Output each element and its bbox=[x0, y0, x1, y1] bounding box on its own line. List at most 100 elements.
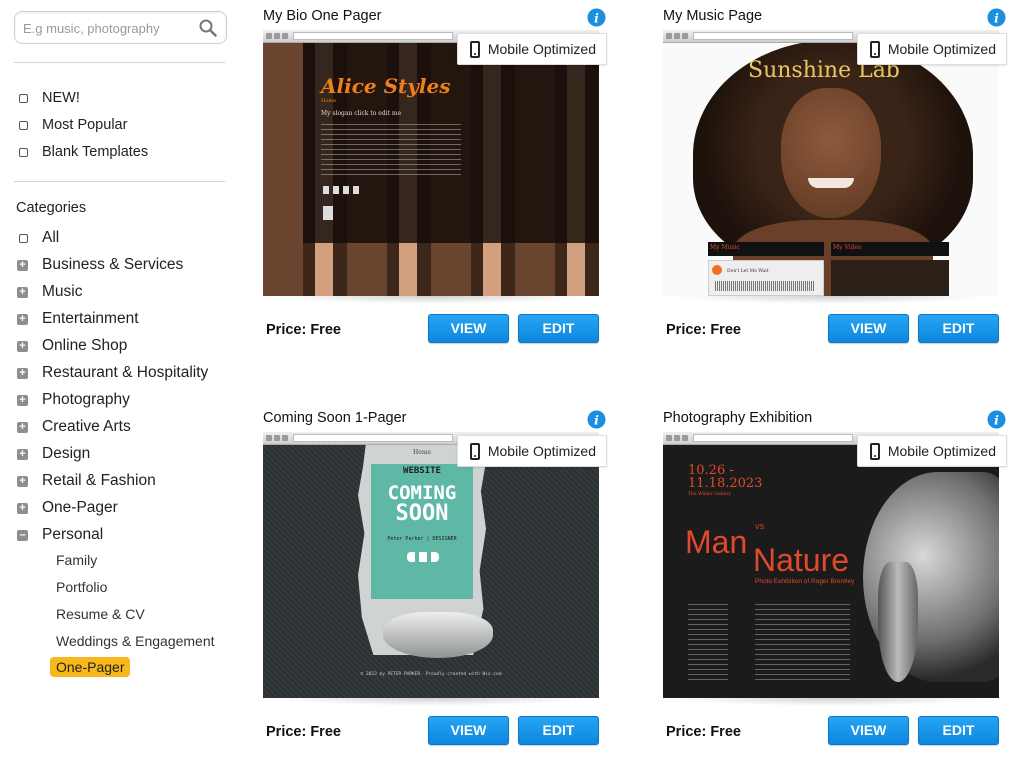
preview-vs: VS bbox=[755, 524, 765, 531]
template-price: Price: Free bbox=[666, 322, 741, 338]
preview-person: Peter Parker | DESIGNER bbox=[387, 536, 457, 542]
subcategory-resume-cv[interactable]: Resume & CV bbox=[56, 606, 145, 622]
category-music[interactable]: + Music bbox=[17, 282, 82, 302]
divider bbox=[14, 62, 225, 63]
collapse-minus-icon[interactable]: – bbox=[17, 529, 28, 541]
categories-heading: Categories bbox=[16, 200, 87, 216]
expand-plus-icon[interactable]: + bbox=[17, 286, 28, 298]
expand-plus-icon[interactable]: + bbox=[17, 259, 28, 271]
preview-info-text bbox=[688, 604, 728, 684]
expand-plus-icon[interactable]: + bbox=[17, 448, 28, 460]
category-label: Design bbox=[42, 445, 91, 462]
expand-plus-icon[interactable]: + bbox=[17, 394, 28, 406]
checkbox[interactable] bbox=[19, 147, 28, 157]
category-photography[interactable]: + Photography bbox=[17, 390, 130, 410]
edit-button[interactable]: EDIT bbox=[518, 716, 599, 745]
expand-plus-icon[interactable]: + bbox=[17, 367, 28, 379]
edit-button[interactable]: EDIT bbox=[518, 314, 599, 343]
category-label: One-Pager bbox=[42, 499, 118, 516]
view-button[interactable]: VIEW bbox=[828, 716, 909, 745]
card-shadow bbox=[273, 698, 589, 706]
edit-button[interactable]: EDIT bbox=[918, 314, 999, 343]
checkbox[interactable] bbox=[19, 120, 28, 130]
template-title: My Music Page bbox=[663, 8, 763, 24]
track-title: Don't Let Me Wait bbox=[727, 269, 769, 274]
preview-body-text bbox=[321, 124, 461, 179]
music-panel-header: My Music bbox=[708, 242, 824, 256]
mobile-optimized-label: Mobile Optimized bbox=[887, 41, 996, 57]
subcategory-one-pager-active[interactable]: One-Pager bbox=[50, 657, 131, 677]
category-label: All bbox=[42, 229, 60, 246]
svg-text:i: i bbox=[994, 10, 999, 25]
template-preview[interactable]: Alice Styles Home My slogan click to edi… bbox=[263, 30, 599, 296]
category-all[interactable]: All bbox=[19, 228, 59, 248]
category-business-services[interactable]: + Business & Services bbox=[17, 255, 183, 275]
svg-text:i: i bbox=[994, 412, 999, 427]
category-label: Photography bbox=[42, 391, 130, 408]
template-title: Photography Exhibition bbox=[663, 410, 813, 426]
category-restaurant-hospitality[interactable]: + Restaurant & Hospitality bbox=[17, 363, 208, 383]
category-retail-fashion[interactable]: + Retail & Fashion bbox=[17, 471, 156, 491]
category-creative-arts[interactable]: + Creative Arts bbox=[17, 417, 131, 437]
category-one-pager[interactable]: + One-Pager bbox=[17, 498, 118, 518]
view-button[interactable]: VIEW bbox=[428, 716, 509, 745]
checkbox[interactable] bbox=[19, 233, 28, 243]
template-price: Price: Free bbox=[666, 724, 741, 740]
search-box[interactable] bbox=[14, 11, 227, 44]
checkbox[interactable] bbox=[19, 93, 28, 103]
preview-website: WEBSITE bbox=[403, 466, 441, 476]
template-card: My Music Page i Sunshine Lab My Music My… bbox=[663, 8, 1008, 353]
svg-text:i: i bbox=[594, 10, 599, 25]
info-icon[interactable]: i bbox=[987, 8, 1006, 27]
filter-label: NEW! bbox=[42, 90, 80, 106]
svg-text:i: i bbox=[594, 412, 599, 427]
social-icons bbox=[407, 552, 439, 562]
expand-plus-icon[interactable]: + bbox=[17, 340, 28, 352]
subcategory-portfolio[interactable]: Portfolio bbox=[56, 579, 107, 595]
mobile-optimized-label: Mobile Optimized bbox=[487, 443, 596, 459]
category-label: Restaurant & Hospitality bbox=[42, 364, 209, 381]
filter-most-popular[interactable]: Most Popular bbox=[19, 115, 127, 135]
template-preview[interactable]: 10.26 - 11.18.2023 The Wilder Gallery Ma… bbox=[663, 432, 999, 698]
category-personal[interactable]: – Personal bbox=[17, 525, 103, 545]
subcategory-family[interactable]: Family bbox=[56, 552, 97, 568]
subcategory-weddings-engagement[interactable]: Weddings & Engagement bbox=[56, 633, 215, 649]
info-icon[interactable]: i bbox=[987, 410, 1006, 429]
divider bbox=[14, 181, 225, 182]
edit-button[interactable]: EDIT bbox=[918, 716, 999, 745]
search-icon[interactable] bbox=[198, 18, 218, 38]
elephant-trunk bbox=[878, 562, 918, 682]
filter-new[interactable]: NEW! bbox=[19, 88, 80, 108]
expand-plus-icon[interactable]: + bbox=[17, 475, 28, 487]
template-preview[interactable]: Home WEBSITE COMING SOON Peter Parker | … bbox=[263, 432, 599, 698]
search-input[interactable] bbox=[23, 18, 193, 38]
template-preview[interactable]: Sunshine Lab My Music My Video Don't Let… bbox=[663, 30, 999, 296]
social-icons bbox=[323, 186, 363, 194]
portrait-face bbox=[781, 88, 881, 218]
filter-blank-templates[interactable]: Blank Templates bbox=[19, 142, 148, 162]
view-button[interactable]: VIEW bbox=[428, 314, 509, 343]
expand-plus-icon[interactable]: + bbox=[17, 502, 28, 514]
card-shadow bbox=[673, 698, 989, 706]
preview-body-text bbox=[755, 604, 850, 684]
paper-curl bbox=[383, 612, 493, 658]
info-icon[interactable]: i bbox=[587, 410, 606, 429]
preview-dates: 10.26 - 11.18.2023 bbox=[688, 463, 763, 491]
category-label: Creative Arts bbox=[42, 418, 131, 435]
preview-soon: SOON bbox=[395, 501, 449, 526]
expand-plus-icon[interactable]: + bbox=[17, 421, 28, 433]
category-entertainment[interactable]: + Entertainment bbox=[17, 309, 139, 329]
category-online-shop[interactable]: + Online Shop bbox=[17, 336, 127, 356]
category-design[interactable]: + Design bbox=[17, 444, 90, 464]
category-label: Music bbox=[42, 283, 83, 300]
preview-subtitle: Photo Exhibition of Roger Brentley bbox=[755, 578, 855, 585]
portrait-smile bbox=[808, 178, 854, 188]
mobile-optimized-label: Mobile Optimized bbox=[887, 443, 996, 459]
mobile-phone-icon bbox=[869, 40, 880, 58]
expand-plus-icon[interactable]: + bbox=[17, 313, 28, 325]
view-button[interactable]: VIEW bbox=[828, 314, 909, 343]
music-player: Don't Let Me Wait bbox=[708, 260, 824, 296]
mobile-phone-icon bbox=[469, 40, 480, 58]
info-icon[interactable]: i bbox=[587, 8, 606, 27]
preview-coming: COMING bbox=[387, 482, 457, 504]
